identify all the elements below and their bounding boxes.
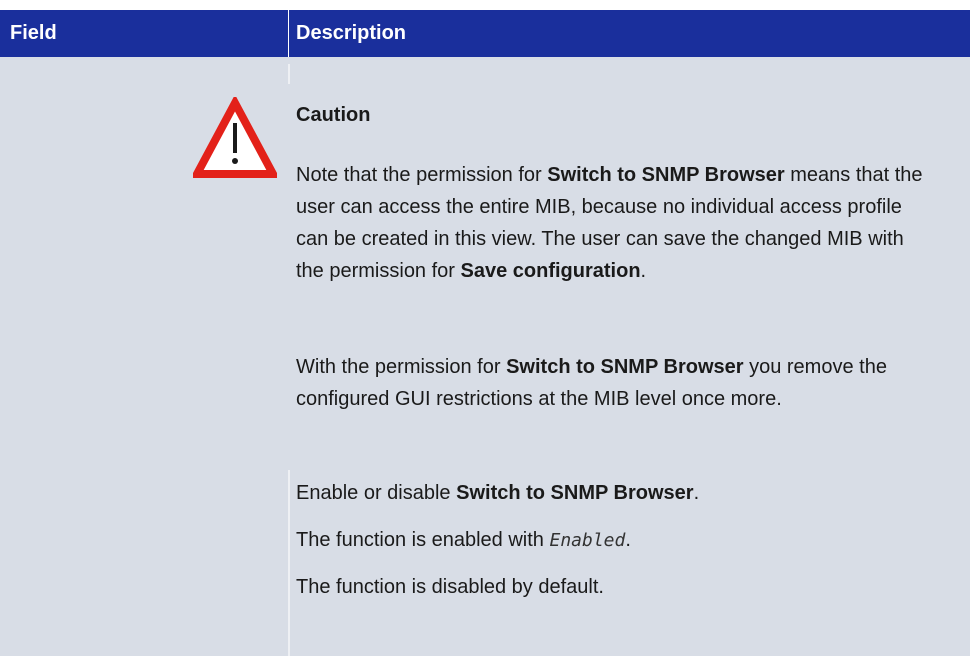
caution-title: Caution <box>296 104 371 126</box>
description-table: Field Description Caution Note that the … <box>0 0 970 656</box>
default-paragraph: The function is disabled by default. <box>296 576 604 598</box>
enabled-value: Enabled <box>549 530 626 551</box>
warning-triangle-icon <box>193 97 277 178</box>
enabled-value-paragraph: The function is enabled with Enabled. <box>296 529 631 551</box>
column-separator <box>288 64 290 84</box>
field-column-header: Field <box>10 22 57 44</box>
caution-paragraph: Note that the permission for Switch to S… <box>296 164 923 282</box>
table-header: Field Description <box>0 10 970 57</box>
switch-to-snmp-browser-term: Switch to SNMP Browser <box>456 482 694 504</box>
enable-disable-paragraph: Enable or disable Switch to SNMP Browser… <box>296 482 700 504</box>
switch-to-snmp-browser-term: Switch to SNMP Browser <box>506 356 744 378</box>
column-separator <box>288 470 290 656</box>
switch-to-snmp-browser-term: Switch to SNMP Browser <box>547 164 785 186</box>
restriction-paragraph: With the permission for Switch to SNMP B… <box>296 356 887 410</box>
save-configuration-term: Save configuration <box>460 260 641 282</box>
description-column-header: Description <box>296 22 407 44</box>
header-divider <box>288 10 289 57</box>
